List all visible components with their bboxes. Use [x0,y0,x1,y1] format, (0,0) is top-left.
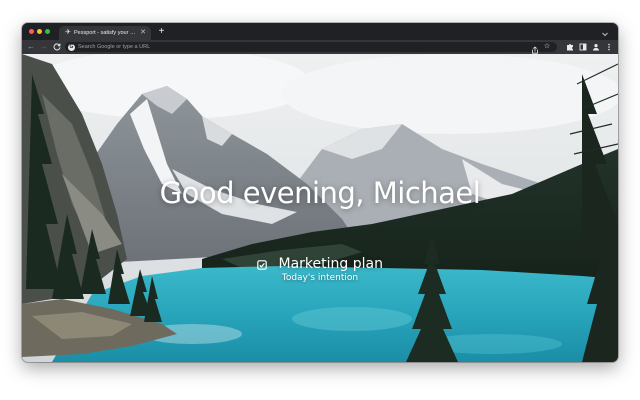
profile-avatar-icon[interactable] [591,42,601,52]
new-tab-button[interactable]: + [156,26,167,37]
address-input[interactable] [78,42,518,52]
google-icon: G [68,43,75,51]
back-arrow-icon[interactable]: ← [26,42,36,52]
tab-search-chevron-icon[interactable] [600,26,610,37]
side-panel-icon[interactable] [578,42,588,52]
focus-subtitle: Today's intention [281,273,359,283]
share-icon[interactable] [531,42,539,54]
greeting-heading: Good evening, Michael [159,176,481,210]
tab-close-icon[interactable]: ✕ [139,28,147,38]
focus-title[interactable]: Marketing plan [279,256,383,272]
tab-active[interactable]: ✈ Pessport - satisfy your nande ✕ [59,26,151,40]
reload-icon[interactable] [52,42,62,52]
new-tab-page: Good evening, Michael Marketing plan Tod… [22,54,618,362]
address-bar[interactable]: G ☆ [65,42,557,54]
forward-arrow-icon[interactable]: → [39,42,49,52]
extensions-puzzle-icon[interactable] [565,42,575,52]
tab-title: Pessport - satisfy your nande [74,30,138,36]
focus-row: Marketing plan [22,255,618,273]
kebab-menu-icon[interactable] [604,42,614,52]
passport-icon: ✈ [65,29,71,36]
bookmark-star-icon[interactable]: ☆ [543,42,551,52]
checkbox-icon[interactable] [257,257,267,270]
window-close-button[interactable] [29,29,34,34]
tab-bar: ✈ Pessport - satisfy your nande ✕ + [22,23,618,40]
browser-toolbar: ← → G ☆ [22,40,618,54]
window-maximize-button[interactable] [45,29,50,34]
browser-window: ✈ Pessport - satisfy your nande ✕ + ← → … [22,23,618,362]
window-minimize-button[interactable] [37,29,42,34]
